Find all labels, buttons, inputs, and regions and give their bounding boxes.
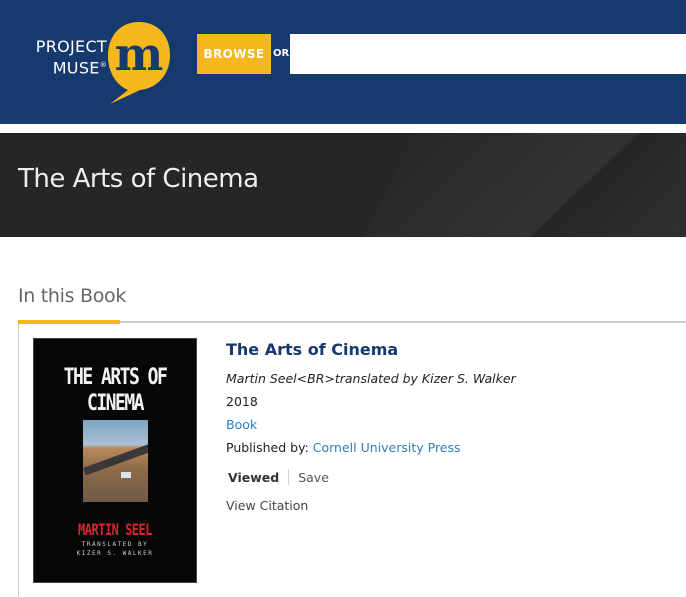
save-button[interactable]: Save <box>298 470 329 485</box>
site-header: PROJECT MUSE® m BROWSE OR <box>0 0 686 124</box>
book-actions: Viewed Save <box>228 469 329 485</box>
section-heading: In this Book <box>18 285 127 307</box>
cover-author: MARTIN SEEL <box>78 520 152 540</box>
book-authors: Martin Seel<BR>translated by Kizer S. Wa… <box>226 371 516 386</box>
project-muse-logo[interactable]: PROJECT MUSE® <box>17 37 107 77</box>
book-publisher: Published by: Cornell University Press <box>226 440 461 455</box>
cover-photo-truck <box>121 472 131 478</box>
title-banner: The Arts of Cinema <box>0 133 686 237</box>
view-citation-link[interactable]: View Citation <box>226 498 308 513</box>
badge-letter: m <box>115 27 164 81</box>
book-type-link[interactable]: Book <box>226 417 257 432</box>
book-title-link[interactable]: The Arts of Cinema <box>226 340 398 359</box>
viewed-label: Viewed <box>228 469 280 485</box>
cover-photo <box>83 420 148 502</box>
search-input[interactable] <box>290 34 686 74</box>
book-year: 2018 <box>226 394 258 409</box>
publisher-link[interactable]: Cornell University Press <box>313 440 461 455</box>
action-separator <box>288 469 290 485</box>
active-tab-indicator <box>18 320 120 324</box>
page-title: The Arts of Cinema <box>18 164 259 194</box>
or-label: OR <box>273 48 290 59</box>
book-cover[interactable]: THE ARTS OF CINEMA MARTIN SEEL TRANSLATE… <box>33 338 197 583</box>
browse-button[interactable]: BROWSE <box>197 34 271 74</box>
cover-photo-road <box>83 437 148 476</box>
cover-title: THE ARTS OF CINEMA <box>63 363 168 417</box>
cover-translator: TRANSLATED BY KIZER S. WALKER <box>76 541 154 557</box>
muse-m-badge-icon[interactable]: m <box>106 20 172 106</box>
logo-line-muse: MUSE® <box>52 58 107 78</box>
banner-decoration <box>328 133 686 237</box>
card-border <box>18 324 19 597</box>
logo-line-project: PROJECT <box>35 37 107 56</box>
publisher-label: Published by: <box>226 440 313 455</box>
